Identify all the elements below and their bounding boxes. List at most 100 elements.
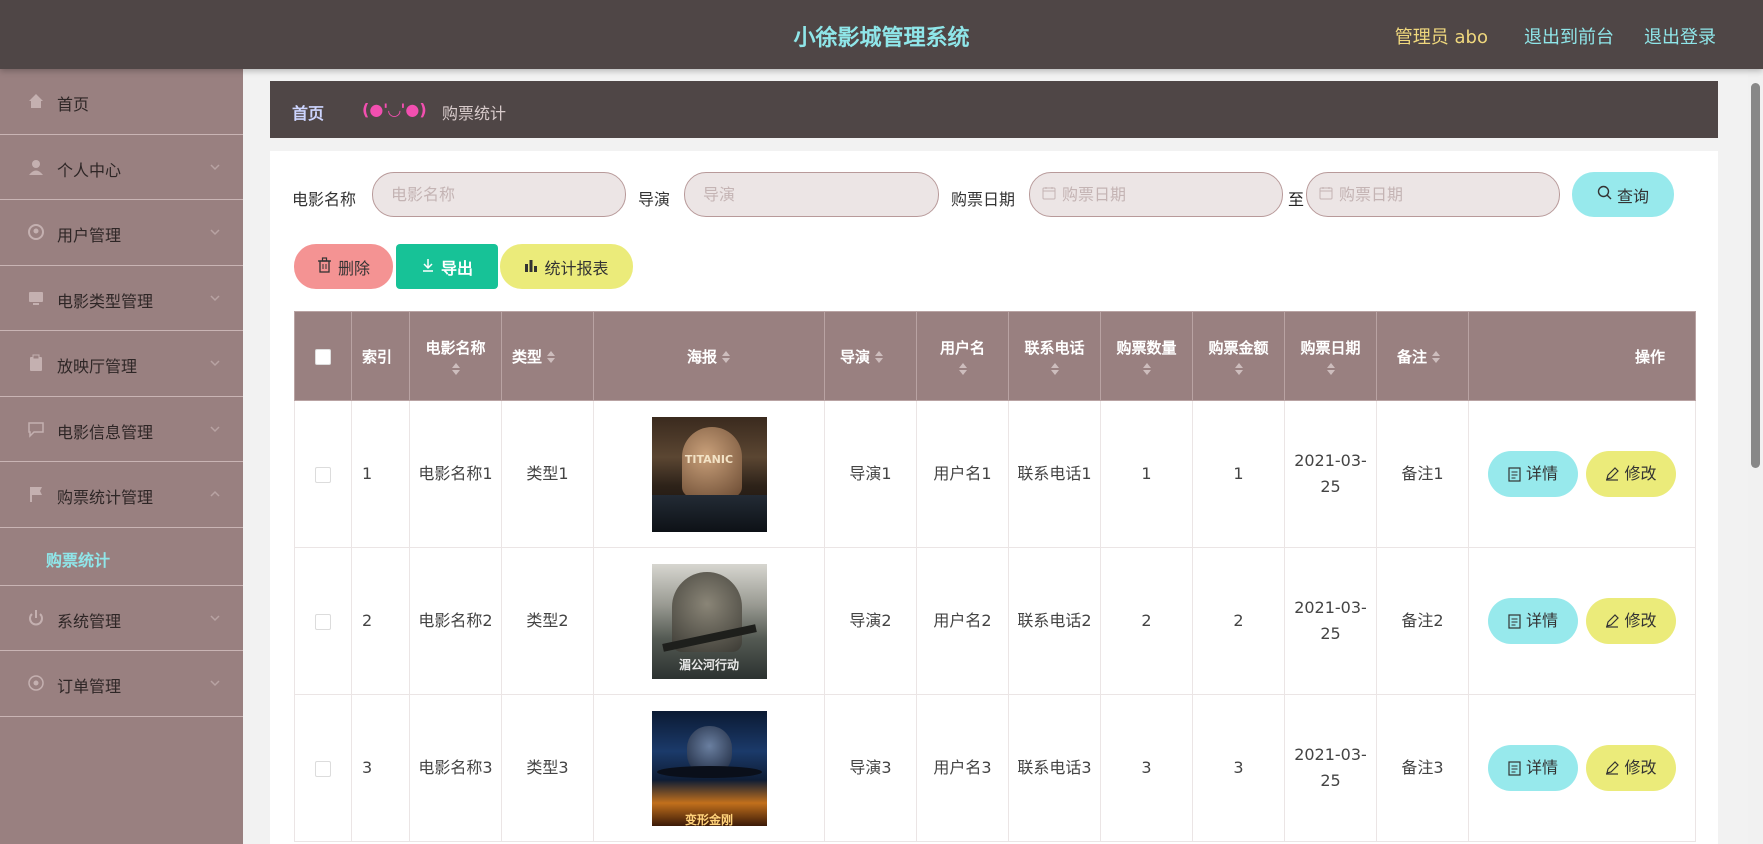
column-header-quantity[interactable]: 购票数量 bbox=[1100, 311, 1193, 401]
breadcrumb-current: 购票统计 bbox=[442, 104, 507, 123]
column-header-label: 购票日期 bbox=[1300, 338, 1361, 357]
sort-icon[interactable] bbox=[1142, 362, 1152, 376]
column-header-phone[interactable]: 联系电话 bbox=[1008, 311, 1101, 401]
purchase-date-start-placeholder: 购票日期 bbox=[1062, 185, 1127, 204]
download-icon bbox=[421, 257, 435, 276]
sort-icon[interactable] bbox=[958, 362, 968, 376]
sidebar-item-order-management[interactable]: 订单管理 bbox=[0, 651, 243, 717]
admin-user-label[interactable]: 管理员 abo bbox=[1395, 23, 1488, 49]
edit-button[interactable]: 修改 bbox=[1586, 451, 1676, 497]
chevron-up-icon bbox=[209, 488, 221, 500]
sidebar-item-hall-management[interactable]: 放映厅管理 bbox=[0, 331, 243, 397]
purchase-date-end-input[interactable]: 购票日期 bbox=[1306, 172, 1560, 217]
cell-date: 2021-03-25 bbox=[1284, 547, 1377, 695]
edit-button-label: 修改 bbox=[1624, 758, 1657, 777]
column-header-date[interactable]: 购票日期 bbox=[1284, 311, 1377, 401]
sort-icon[interactable] bbox=[874, 350, 884, 364]
select-all-checkbox[interactable] bbox=[315, 348, 331, 365]
sidebar-item-label: 用户管理 bbox=[57, 226, 122, 245]
table-header-row: 索引 电影名称 类型 海报 导演 用户名 联系电话 购票数量 购票金额 购票日期… bbox=[294, 311, 1696, 401]
column-header-movie-name[interactable]: 电影名称 bbox=[409, 311, 502, 401]
director-input[interactable]: 导演 bbox=[684, 172, 939, 217]
cell-type: 类型2 bbox=[501, 547, 594, 695]
detail-button[interactable]: 详情 bbox=[1488, 598, 1578, 644]
sort-icon[interactable] bbox=[451, 362, 461, 376]
cell-amount: 3 bbox=[1192, 694, 1285, 842]
logout-link[interactable]: 退出登录 bbox=[1644, 23, 1716, 49]
scrollbar-thumb[interactable] bbox=[1751, 83, 1760, 468]
row-checkbox[interactable] bbox=[315, 613, 331, 630]
row-select-cell bbox=[294, 694, 352, 842]
sidebar-item-home[interactable]: 首页 bbox=[0, 69, 243, 135]
cell-index: 2 bbox=[351, 547, 410, 695]
ticket-stats-table: 索引 电影名称 类型 海报 导演 用户名 联系电话 购票数量 购票金额 购票日期… bbox=[294, 311, 1696, 842]
column-header-amount[interactable]: 购票金额 bbox=[1192, 311, 1285, 401]
column-header-remark[interactable]: 备注 bbox=[1376, 311, 1469, 401]
chevron-down-icon bbox=[209, 226, 221, 238]
column-header-label: 操作 bbox=[1634, 347, 1665, 366]
sidebar-item-user-management[interactable]: 用户管理 bbox=[0, 200, 243, 266]
cell-poster: 湄公河行动 bbox=[593, 547, 825, 695]
cell-actions: 详情 修改 bbox=[1468, 547, 1696, 695]
detail-button[interactable]: 详情 bbox=[1488, 745, 1578, 791]
sort-icon[interactable] bbox=[721, 350, 731, 364]
cell-amount: 1 bbox=[1192, 400, 1285, 548]
row-select-cell bbox=[294, 400, 352, 548]
export-button[interactable]: 导出 bbox=[396, 244, 498, 289]
purchase-date-start-input[interactable]: 购票日期 bbox=[1029, 172, 1283, 217]
document-icon bbox=[1508, 760, 1521, 776]
detail-button-label: 详情 bbox=[1525, 758, 1558, 777]
chevron-down-icon bbox=[209, 677, 221, 689]
column-header-poster[interactable]: 海报 bbox=[593, 311, 825, 401]
sidebar-item-label: 购票统计管理 bbox=[57, 488, 154, 507]
query-button[interactable]: 查询 bbox=[1572, 172, 1674, 217]
sort-icon[interactable] bbox=[546, 350, 556, 364]
cell-quantity: 3 bbox=[1100, 694, 1193, 842]
pencil-icon bbox=[1606, 761, 1620, 775]
stats-report-button-label: 统计报表 bbox=[544, 258, 609, 278]
sort-icon[interactable] bbox=[1050, 362, 1060, 376]
sidebar-item-movie-info-management[interactable]: 电影信息管理 bbox=[0, 397, 243, 462]
director-label: 导演 bbox=[638, 190, 671, 209]
exit-to-front-link[interactable]: 退出到前台 bbox=[1524, 23, 1614, 49]
sidebar-item-system-management[interactable]: 系统管理 bbox=[0, 586, 243, 651]
chevron-down-icon bbox=[209, 357, 221, 369]
poster-image: 湄公河行动 bbox=[651, 563, 767, 679]
breadcrumb-separator: (●'◡'●) bbox=[362, 100, 427, 119]
chevron-down-icon bbox=[209, 161, 221, 173]
breadcrumb: 首页 (●'◡'●) 购票统计 bbox=[270, 81, 1718, 138]
detail-button-label: 详情 bbox=[1525, 464, 1558, 483]
page-scrollbar[interactable] bbox=[1748, 69, 1763, 844]
row-checkbox[interactable] bbox=[315, 466, 331, 483]
edit-button[interactable]: 修改 bbox=[1586, 745, 1676, 791]
column-header-type[interactable]: 类型 bbox=[501, 311, 594, 401]
cell-poster: TITANIC bbox=[593, 400, 825, 548]
detail-button[interactable]: 详情 bbox=[1488, 451, 1578, 497]
sort-icon[interactable] bbox=[1234, 362, 1244, 376]
cell-movie-name: 电影名称1 bbox=[409, 400, 502, 548]
cell-movie-name: 电影名称3 bbox=[409, 694, 502, 842]
submenu-item-ticket-stats[interactable]: 购票统计 bbox=[0, 528, 243, 586]
sidebar-item-personal-center[interactable]: 个人中心 bbox=[0, 135, 243, 200]
monitor-icon bbox=[27, 289, 45, 307]
column-header-director[interactable]: 导演 bbox=[824, 311, 917, 401]
sidebar-item-movie-type-management[interactable]: 电影类型管理 bbox=[0, 266, 243, 331]
movie-name-input[interactable]: 电影名称 bbox=[372, 172, 626, 217]
table-row: 1 电影名称1 类型1 TITANIC 导演1 用户名1 联系电话1 1 1 2… bbox=[294, 400, 1696, 548]
sidebar-item-ticket-stats-management[interactable]: 购票统计管理 bbox=[0, 462, 243, 528]
row-checkbox[interactable] bbox=[315, 760, 331, 777]
sidebar-item-label: 个人中心 bbox=[57, 160, 122, 180]
column-header-username[interactable]: 用户名 bbox=[916, 311, 1009, 401]
stats-report-button[interactable]: 统计报表 bbox=[500, 244, 633, 289]
sort-icon[interactable] bbox=[1326, 362, 1336, 376]
delete-button[interactable]: 删除 bbox=[294, 244, 393, 289]
breadcrumb-home[interactable]: 首页 bbox=[292, 100, 324, 124]
edit-button-label: 修改 bbox=[1624, 611, 1657, 630]
edit-button[interactable]: 修改 bbox=[1586, 598, 1676, 644]
cell-movie-name: 电影名称2 bbox=[409, 547, 502, 695]
calendar-icon bbox=[1319, 173, 1333, 216]
edit-button-label: 修改 bbox=[1624, 464, 1657, 483]
sort-icon[interactable] bbox=[1431, 350, 1441, 364]
poster-title: 湄公河行动 bbox=[678, 657, 739, 672]
cell-username: 用户名3 bbox=[916, 694, 1009, 842]
